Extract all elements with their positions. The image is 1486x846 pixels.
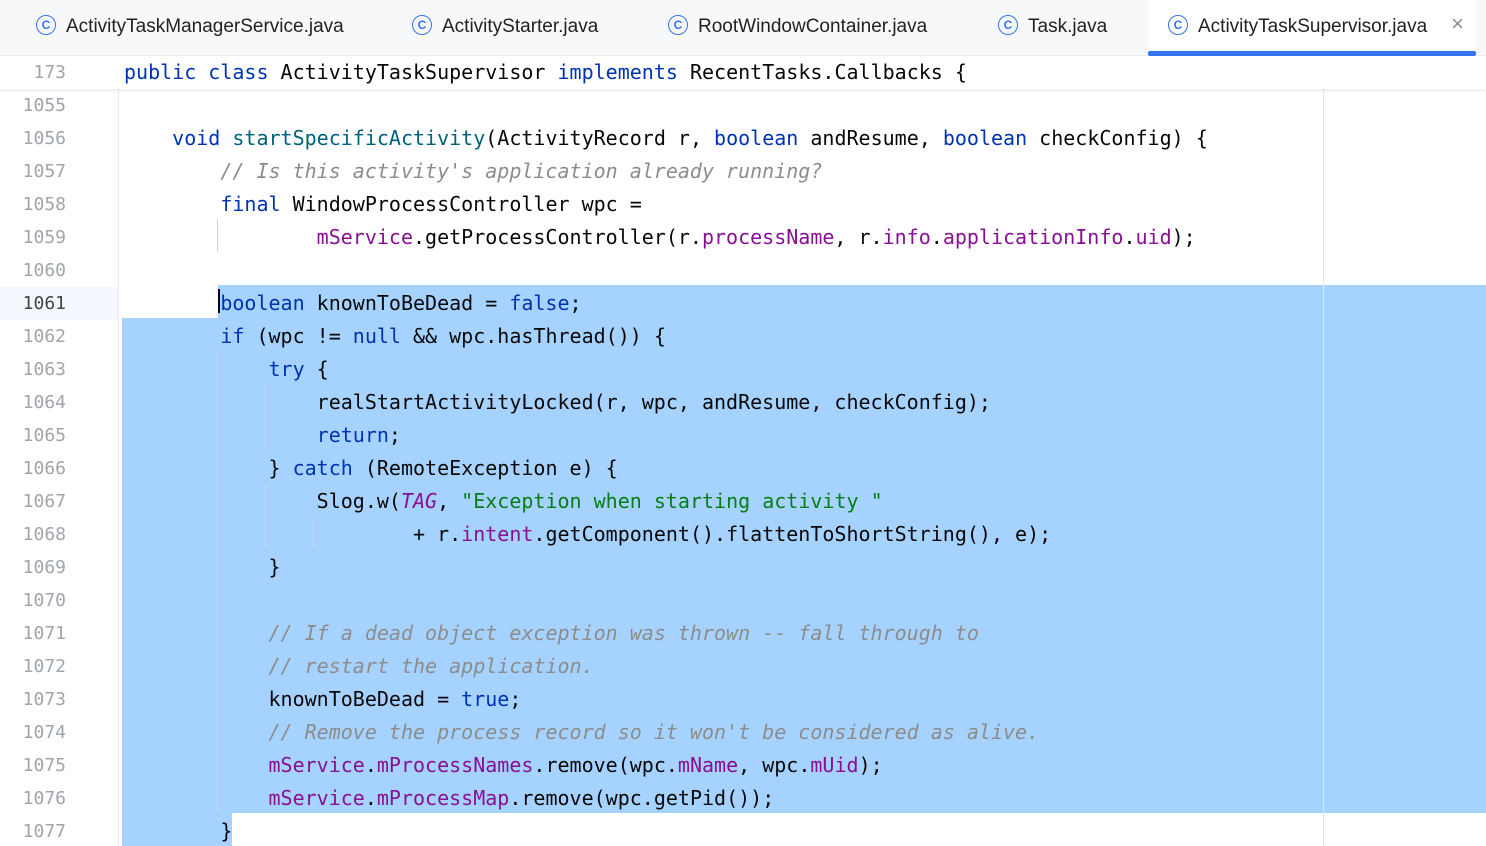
code-line: mService.mProcessNames.remove(wpc.mName,… bbox=[268, 753, 883, 777]
code-line: final WindowProcessController wpc = bbox=[220, 192, 642, 216]
code-editor[interactable]: 1055 1056 void startSpecificActivity(Act… bbox=[0, 89, 1486, 846]
line-number: 1071 bbox=[22, 623, 66, 644]
tab-label: Task.java bbox=[1028, 16, 1108, 37]
tab-label: RootWindowContainer.java bbox=[698, 16, 928, 37]
line-number: 1070 bbox=[22, 590, 66, 611]
code-row: 1063 try { bbox=[0, 353, 1486, 386]
code-line: } bbox=[124, 819, 233, 843]
line-number: 1063 bbox=[22, 359, 66, 380]
java-class-icon: C bbox=[36, 15, 56, 35]
sticky-code-line: public class ActivityTaskSupervisor impl… bbox=[124, 60, 967, 84]
code-line: knownToBeDead = true; bbox=[124, 687, 522, 711]
line-number: 1076 bbox=[22, 788, 66, 809]
tab-root-window-container[interactable]: C RootWindowContainer.java bbox=[664, 0, 964, 54]
code-line: + r.intent.getComponent().flattenToShort… bbox=[124, 522, 1052, 546]
line-number: 1061 bbox=[22, 293, 66, 314]
code-row: 1072 // restart the application. bbox=[0, 650, 1486, 683]
line-number: 1060 bbox=[22, 260, 66, 281]
line-number: 1068 bbox=[22, 524, 66, 545]
line-number: 1072 bbox=[22, 656, 66, 677]
code-line: mService.getProcessController(r.processN… bbox=[316, 225, 1196, 249]
code-line: // Is this activity's application alread… bbox=[220, 159, 823, 183]
code-line: // Remove the process record so it won't… bbox=[268, 720, 1040, 744]
code-row: 1076 mService.mProcessMap.remove(wpc.get… bbox=[0, 782, 1486, 815]
line-number: 1058 bbox=[22, 194, 66, 215]
tab-label: ActivityTaskManagerService.java bbox=[66, 16, 344, 37]
code-row: 1071 // If a dead object exception was t… bbox=[0, 617, 1486, 650]
line-number: 1066 bbox=[22, 458, 66, 479]
line-number: 1055 bbox=[22, 95, 66, 116]
line-number: 1067 bbox=[22, 491, 66, 512]
tab-label: ActivityTaskSupervisor.java bbox=[1198, 16, 1428, 37]
line-number: 1056 bbox=[22, 128, 66, 149]
code-line: return; bbox=[316, 423, 401, 447]
code-row: 1070 bbox=[0, 584, 1486, 617]
code-line: Slog.w(TAG, "Exception when starting act… bbox=[124, 489, 883, 513]
code-row: 1074 // Remove the process record so it … bbox=[0, 716, 1486, 749]
code-row: 1060 bbox=[0, 254, 1486, 287]
tab-label: ActivityStarter.java bbox=[442, 16, 599, 37]
code-line: // restart the application. bbox=[268, 654, 594, 678]
sticky-scope-header[interactable]: 173 public class ActivityTaskSupervisor … bbox=[0, 56, 1486, 89]
code-row: 1065 return; bbox=[0, 419, 1486, 452]
code-row: 1077 } bbox=[0, 815, 1486, 846]
code-row: 1056 void startSpecificActivity(Activity… bbox=[0, 122, 1486, 155]
java-class-icon: C bbox=[668, 15, 688, 35]
code-row: 1064 realStartActivityLocked(r, wpc, and… bbox=[0, 386, 1486, 419]
close-tab-icon[interactable]: × bbox=[1451, 13, 1464, 35]
code-line: } catch (RemoteException e) { bbox=[124, 456, 618, 480]
code-line: realStartActivityLocked(r, wpc, andResum… bbox=[124, 390, 991, 414]
code-row: 1075 mService.mProcessNames.remove(wpc.m… bbox=[0, 749, 1486, 782]
right-margin-guide bbox=[1323, 89, 1324, 846]
code-line: if (wpc != null && wpc.hasThread()) { bbox=[220, 324, 666, 348]
java-class-icon: C bbox=[1168, 15, 1188, 35]
code-line: boolean knownToBeDead = false; bbox=[220, 291, 582, 315]
code-row: 1057 // Is this activity's application a… bbox=[0, 155, 1486, 188]
line-number: 1059 bbox=[22, 227, 66, 248]
line-number: 1069 bbox=[22, 557, 66, 578]
java-class-icon: C bbox=[412, 15, 432, 35]
editor-tab-bar: C ActivityTaskManagerService.java C Acti… bbox=[0, 0, 1486, 56]
line-number: 1062 bbox=[22, 326, 66, 347]
code-line: // If a dead object exception was thrown… bbox=[268, 621, 979, 645]
line-number: 173 bbox=[33, 62, 66, 83]
code-row: 1062 if (wpc != null && wpc.hasThread())… bbox=[0, 320, 1486, 353]
code-row: 1058 final WindowProcessController wpc = bbox=[0, 188, 1486, 221]
code-row: 1069 } bbox=[0, 551, 1486, 584]
line-number: 1075 bbox=[22, 755, 66, 776]
line-number: 1057 bbox=[22, 161, 66, 182]
code-line: } bbox=[124, 555, 281, 579]
tab-activity-starter[interactable]: C ActivityStarter.java bbox=[408, 0, 652, 54]
code-row: 1073 knownToBeDead = true; bbox=[0, 683, 1486, 716]
tab-task[interactable]: C Task.java bbox=[994, 0, 1134, 54]
code-row: 1055 bbox=[0, 89, 1486, 122]
code-row: 1059 mService.getProcessController(r.pro… bbox=[0, 221, 1486, 254]
line-number: 1074 bbox=[22, 722, 66, 743]
line-number: 1077 bbox=[22, 821, 66, 842]
code-row: 1067 Slog.w(TAG, "Exception when startin… bbox=[0, 485, 1486, 518]
code-line: void startSpecificActivity(ActivityRecor… bbox=[172, 126, 1208, 150]
code-line: mService.mProcessMap.remove(wpc.getPid()… bbox=[268, 786, 775, 810]
tab-activity-task-manager-service[interactable]: C ActivityTaskManagerService.java bbox=[32, 0, 392, 54]
java-class-icon: C bbox=[998, 15, 1018, 35]
line-number: 1065 bbox=[22, 425, 66, 446]
line-number: 1073 bbox=[22, 689, 66, 710]
tab-activity-task-supervisor[interactable]: C ActivityTaskSupervisor.java × bbox=[1148, 0, 1476, 56]
code-row: 1068 + r.intent.getComponent().flattenTo… bbox=[0, 518, 1486, 551]
code-row: 1066 } catch (RemoteException e) { bbox=[0, 452, 1486, 485]
code-line: try { bbox=[268, 357, 329, 381]
line-number: 1064 bbox=[22, 392, 66, 413]
text-caret bbox=[218, 289, 220, 313]
code-row-current: 1061 boolean knownToBeDead = false; bbox=[0, 287, 1486, 320]
